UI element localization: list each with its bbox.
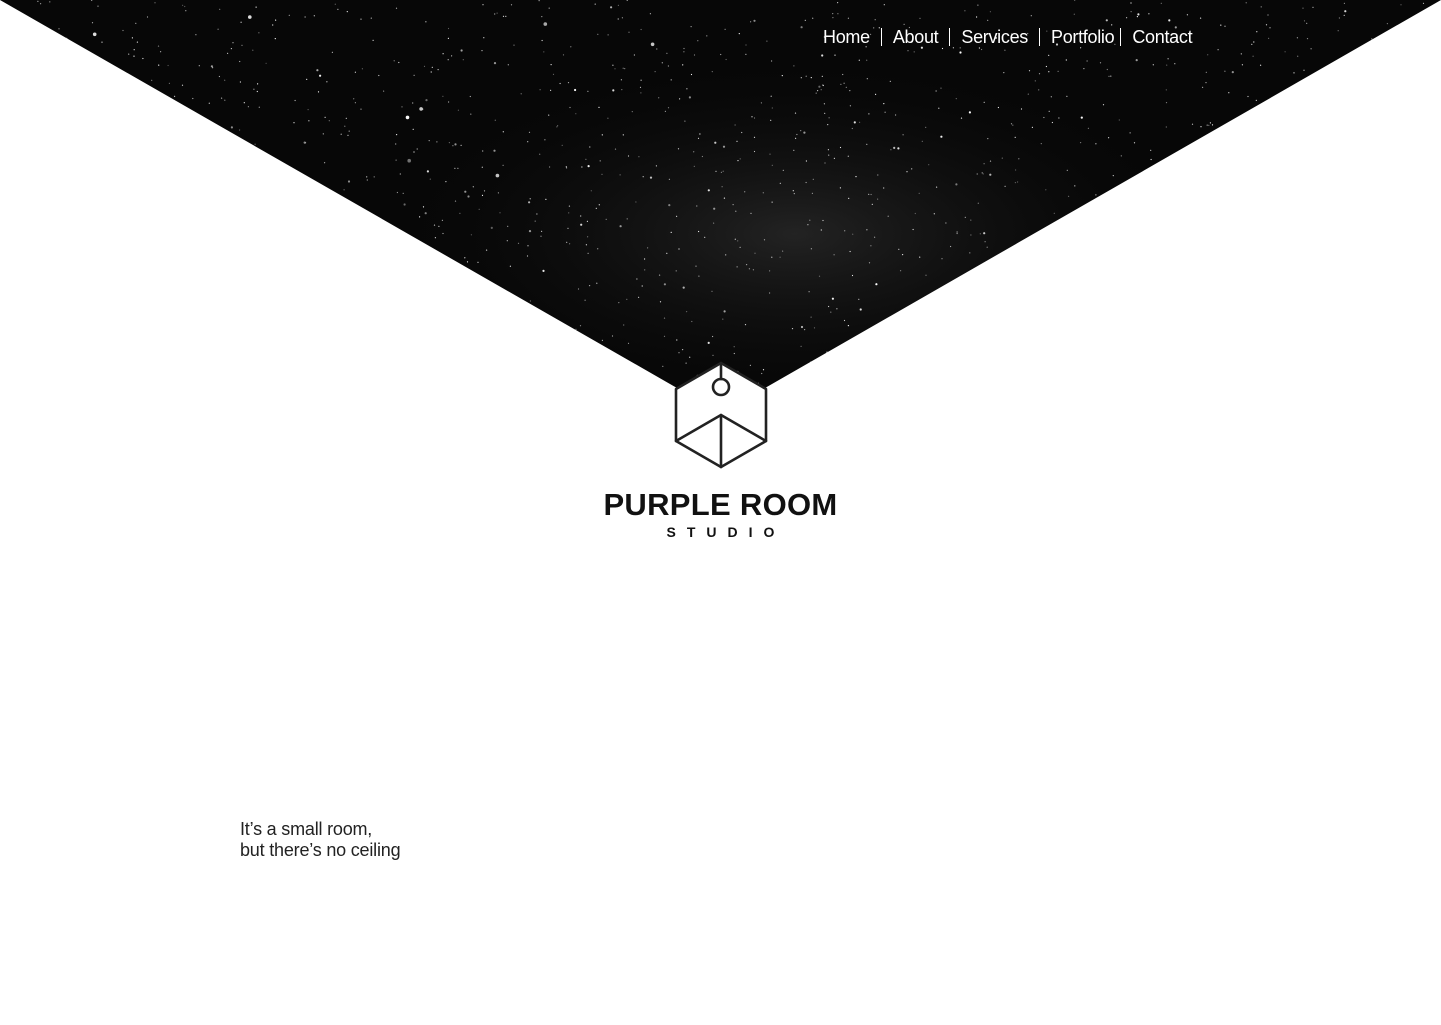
hexagon-cube-lamp-icon[interactable] xyxy=(673,360,769,470)
landing-page: Home About Services Portfolio Contact PU… xyxy=(0,0,1441,1025)
nav-separator xyxy=(1120,28,1122,46)
nav-services-link[interactable]: Services xyxy=(961,27,1028,48)
nav-separator xyxy=(1039,28,1040,46)
nav-contact-link[interactable]: Contact xyxy=(1132,27,1192,48)
tagline: It’s a small room, but there’s no ceilin… xyxy=(240,819,401,861)
nav-separator xyxy=(880,28,882,46)
nav-portfolio-link[interactable]: Portfolio xyxy=(1051,27,1115,48)
tagline-line-1: It’s a small room, xyxy=(240,819,373,839)
brand-subtitle: STUDIO xyxy=(666,524,786,540)
starfield-hero xyxy=(0,0,1441,388)
nav-home-link[interactable]: Home xyxy=(823,27,870,48)
nav-about-link[interactable]: About xyxy=(893,27,939,48)
brand-title: PURPLE ROOM xyxy=(603,487,838,522)
tagline-line-2: but there’s no ceiling xyxy=(240,840,401,860)
nav-separator xyxy=(949,28,951,46)
main-nav: Home About Services Portfolio Contact xyxy=(823,26,1193,48)
